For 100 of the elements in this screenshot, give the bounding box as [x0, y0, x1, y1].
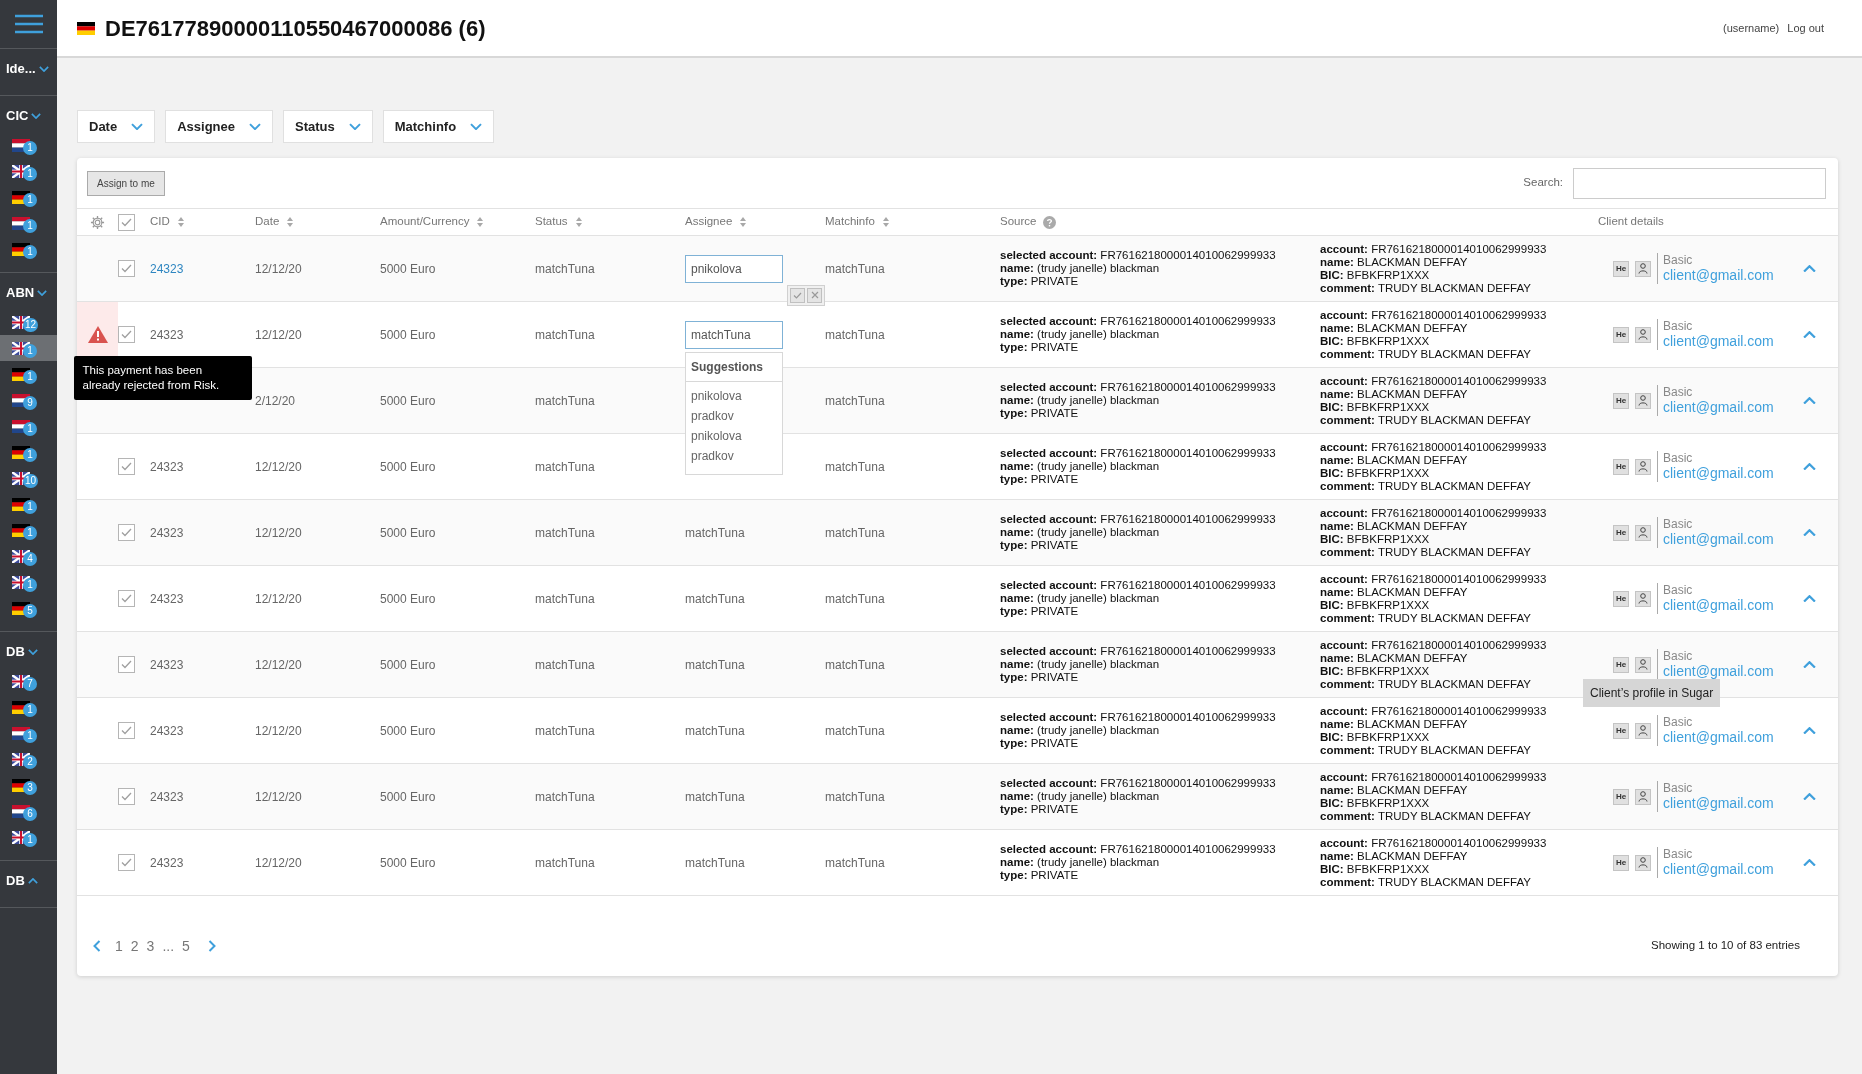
suggestion-item[interactable]: pradkov [686, 405, 782, 426]
column-header[interactable]: Date [255, 213, 280, 231]
filter-dropdown[interactable]: Assignee [165, 110, 273, 143]
client-email[interactable]: client@gmail.com [1663, 729, 1774, 746]
client-email[interactable]: client@gmail.com [1663, 663, 1774, 680]
help-icon[interactable] [1043, 215, 1057, 229]
sidebar-item[interactable]: 1 [0, 439, 57, 465]
checkbox[interactable] [118, 656, 135, 673]
he-button[interactable]: He [1613, 854, 1629, 871]
profile-button[interactable] [1635, 458, 1651, 475]
sidebar-item[interactable]: 3 [0, 772, 57, 798]
sidebar-item[interactable]: 1 [0, 335, 57, 361]
page-link[interactable]: ... [162, 935, 175, 957]
profile-button[interactable] [1635, 392, 1651, 409]
he-button[interactable]: He [1613, 260, 1629, 277]
column-header[interactable]: CID [150, 213, 170, 231]
page-link[interactable]: 1 [115, 935, 123, 957]
he-button[interactable]: He [1613, 590, 1629, 607]
he-button[interactable]: He [1613, 722, 1629, 739]
profile-button[interactable] [1635, 524, 1651, 541]
he-button[interactable]: He [1613, 656, 1629, 673]
client-email[interactable]: client@gmail.com [1663, 795, 1774, 812]
sidebar-item[interactable]: 1 [0, 517, 57, 543]
profile-button[interactable] [1635, 326, 1651, 343]
sidebar-item[interactable]: 7 [0, 668, 57, 694]
checkbox[interactable] [118, 458, 135, 475]
sidebar-item[interactable]: 4 [0, 543, 57, 569]
column-header[interactable]: Matchinfo [825, 213, 875, 231]
logout-link[interactable]: Log out [1787, 19, 1824, 37]
page-link[interactable]: 3 [146, 935, 155, 957]
page-link[interactable]: 5 [182, 935, 190, 957]
group-toggle[interactable]: ABN [0, 277, 57, 309]
confirm-button[interactable] [790, 287, 805, 303]
profile-button[interactable] [1635, 854, 1651, 871]
suggestion-item[interactable]: pnikolova [686, 425, 782, 446]
search-field[interactable] [1573, 167, 1826, 199]
checkbox[interactable] [118, 722, 135, 739]
cancel-button[interactable] [807, 287, 822, 303]
column-header[interactable]: Status [535, 213, 568, 231]
previous-page-button[interactable] [93, 940, 101, 952]
filter-dropdown[interactable]: Matchinfo [382, 110, 495, 143]
client-email[interactable]: client@gmail.com [1663, 531, 1774, 548]
sidebar-item[interactable]: 1 [0, 184, 57, 210]
filter-dropdown[interactable]: Status [283, 110, 373, 143]
group-toggle[interactable]: DB [0, 636, 57, 668]
sidebar-item[interactable]: 1 [0, 694, 57, 720]
settings-icon[interactable] [90, 214, 105, 230]
he-button[interactable]: He [1613, 788, 1629, 805]
assignee-field[interactable]: matchTuna [685, 320, 783, 349]
filter-dropdown[interactable]: Date [77, 110, 156, 143]
group-toggle[interactable]: DB [0, 865, 57, 897]
checkbox[interactable] [118, 524, 135, 541]
sidebar-item[interactable]: 1 [0, 413, 57, 439]
sidebar-item[interactable]: 1 [0, 361, 57, 387]
suggestion-item[interactable]: pnikolova [686, 385, 782, 406]
client-email[interactable]: client@gmail.com [1663, 333, 1774, 350]
client-email[interactable]: client@gmail.com [1663, 465, 1774, 482]
checkbox[interactable] [118, 260, 135, 277]
client-email[interactable]: client@gmail.com [1663, 861, 1774, 878]
profile-button[interactable] [1635, 656, 1651, 673]
sidebar-item[interactable]: 6 [0, 798, 57, 824]
checkbox[interactable] [118, 326, 135, 343]
sidebar-item[interactable]: 9 [0, 387, 57, 413]
sidebar-item[interactable]: 2 [0, 746, 57, 772]
group-toggle[interactable]: Ide... [0, 53, 57, 85]
sidebar-item[interactable]: 1 [0, 132, 57, 158]
suggestion-item[interactable]: pradkov [686, 445, 782, 466]
he-button[interactable]: He [1613, 392, 1629, 409]
profile-button[interactable] [1635, 260, 1651, 277]
sidebar-item[interactable]: 1 [0, 720, 57, 746]
warning-icon[interactable] [87, 326, 108, 343]
sidebar-item[interactable]: 10 [0, 465, 57, 491]
he-button[interactable]: He [1613, 458, 1629, 475]
client-email[interactable]: client@gmail.com [1663, 399, 1774, 416]
group-toggle[interactable]: CIC [0, 100, 57, 132]
profile-button[interactable] [1635, 722, 1651, 739]
column-header[interactable]: Amount/Currency [380, 213, 470, 231]
sidebar-item[interactable]: 1 [0, 210, 57, 236]
client-email[interactable]: client@gmail.com [1663, 597, 1774, 614]
he-button[interactable]: He [1613, 524, 1629, 541]
checkbox[interactable] [118, 213, 135, 231]
sidebar-item[interactable]: 1 [0, 158, 57, 184]
column-header[interactable]: Assignee [685, 213, 733, 231]
next-page-button[interactable] [207, 940, 216, 952]
sidebar-item[interactable]: 1 [0, 491, 57, 517]
sidebar-item[interactable]: 1 [0, 569, 57, 595]
cid-link[interactable]: 24323 [150, 261, 184, 276]
sidebar-item[interactable]: 5 [0, 595, 57, 621]
checkbox[interactable] [118, 590, 135, 607]
assign-button[interactable]: Assign to me [87, 170, 165, 196]
checkbox[interactable] [118, 854, 135, 871]
profile-button[interactable] [1635, 788, 1651, 805]
he-button[interactable]: He [1613, 326, 1629, 343]
client-email[interactable]: client@gmail.com [1663, 267, 1774, 284]
sidebar-item[interactable]: 1 [0, 236, 57, 262]
page-link[interactable]: 2 [130, 935, 139, 957]
profile-button[interactable] [1635, 590, 1651, 607]
checkbox[interactable] [118, 788, 135, 805]
assignee-field[interactable]: pnikolova [685, 254, 783, 283]
sidebar-item[interactable]: 12 [0, 309, 57, 335]
